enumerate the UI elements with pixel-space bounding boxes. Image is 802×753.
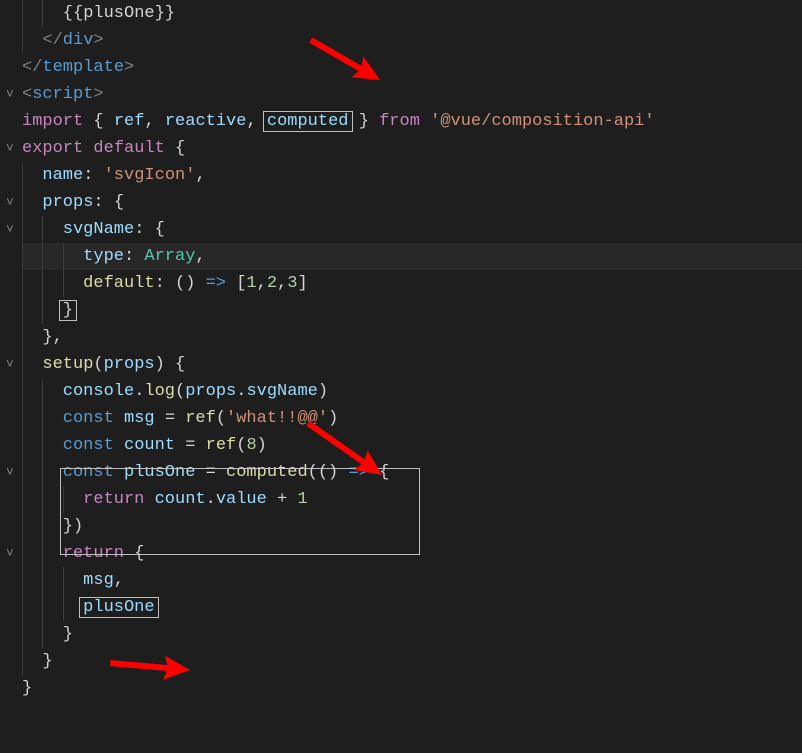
code-line[interactable]: }	[22, 297, 802, 324]
fold-toggle	[0, 621, 22, 648]
code-line[interactable]: {{plusOne}}	[22, 0, 802, 27]
code-line[interactable]: type: Array,	[22, 243, 802, 270]
code-line[interactable]: },	[22, 324, 802, 351]
code-line[interactable]: setup(props) {	[22, 351, 802, 378]
code-line[interactable]: </template>	[22, 54, 802, 81]
fold-toggle[interactable]: ˅	[0, 81, 22, 108]
fold-toggle	[0, 675, 22, 702]
fold-toggle[interactable]: ˅	[0, 189, 22, 216]
code-line[interactable]: props: {	[22, 189, 802, 216]
fold-toggle[interactable]: ˅	[0, 216, 22, 243]
fold-toggle[interactable]: ˅	[0, 135, 22, 162]
fold-toggle	[0, 648, 22, 675]
fold-toggle	[0, 567, 22, 594]
code-line[interactable]: return count.value + 1	[22, 486, 802, 513]
fold-toggle	[0, 432, 22, 459]
code-line[interactable]: }	[22, 621, 802, 648]
fold-toggle	[0, 486, 22, 513]
fold-toggle	[0, 54, 22, 81]
code-line[interactable]: export default {	[22, 135, 802, 162]
code-line[interactable]: <script>	[22, 81, 802, 108]
fold-toggle	[0, 243, 22, 270]
fold-toggle[interactable]: ˅	[0, 459, 22, 486]
code-line[interactable]: }	[22, 675, 802, 702]
code-line[interactable]: })	[22, 513, 802, 540]
code-line[interactable]: const count = ref(8)	[22, 432, 802, 459]
code-editor[interactable]: ˅˅˅˅˅˅˅ {{plusOne}} </div></template><sc…	[0, 0, 802, 753]
code-line[interactable]: }	[22, 648, 802, 675]
fold-toggle[interactable]: ˅	[0, 540, 22, 567]
fold-toggle	[0, 27, 22, 54]
fold-toggle	[0, 297, 22, 324]
code-content[interactable]: {{plusOne}} </div></template><script>imp…	[22, 0, 802, 702]
fold-toggle	[0, 405, 22, 432]
fold-toggle	[0, 0, 22, 27]
fold-toggle	[0, 162, 22, 189]
code-line[interactable]: const plusOne = computed(() => {	[22, 459, 802, 486]
code-line[interactable]: const msg = ref('what!!@@')	[22, 405, 802, 432]
code-line[interactable]: plusOne	[22, 594, 802, 621]
code-line[interactable]: svgName: {	[22, 216, 802, 243]
code-line[interactable]: return {	[22, 540, 802, 567]
fold-toggle	[0, 513, 22, 540]
code-line[interactable]: msg,	[22, 567, 802, 594]
code-line[interactable]: import { ref, reactive, computed } from …	[22, 108, 802, 135]
fold-toggle	[0, 270, 22, 297]
fold-toggle	[0, 378, 22, 405]
fold-toggle	[0, 594, 22, 621]
fold-gutter[interactable]: ˅˅˅˅˅˅˅	[0, 0, 22, 753]
code-line[interactable]: </div>	[22, 27, 802, 54]
code-line[interactable]: console.log(props.svgName)	[22, 378, 802, 405]
fold-toggle	[0, 324, 22, 351]
fold-toggle	[0, 108, 22, 135]
code-line[interactable]: default: () => [1,2,3]	[22, 270, 802, 297]
fold-toggle[interactable]: ˅	[0, 351, 22, 378]
code-line[interactable]: name: 'svgIcon',	[22, 162, 802, 189]
